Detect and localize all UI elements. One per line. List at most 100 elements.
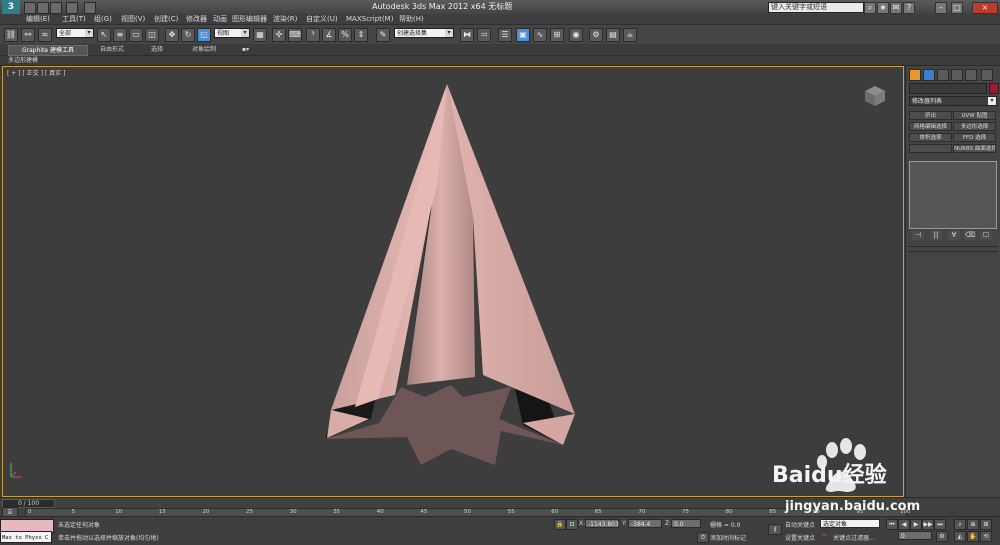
modifier-ffd-select-button[interactable]: FFD 选择	[953, 133, 996, 142]
autokey-button[interactable]: 自动关键点	[785, 520, 815, 529]
unlink-icon[interactable]: ⚯	[21, 28, 35, 42]
ribbon-options-icon[interactable]: ▪▾	[242, 44, 249, 55]
configure-sets-icon[interactable]: ☐	[980, 231, 992, 240]
modifier-vol-select-button[interactable]: 体积选择	[909, 133, 952, 142]
named-selection-select[interactable]: 创建选择集 ▾	[394, 28, 454, 38]
absolute-mode-icon[interactable]: ⊡	[566, 519, 578, 530]
ribbon-tab-object-paint[interactable]: 对象绘制	[192, 44, 216, 55]
ribbon-tab-freeform[interactable]: 自由形式	[100, 44, 124, 55]
undo-icon[interactable]	[66, 2, 78, 14]
select-link-icon[interactable]: ⛓	[4, 28, 18, 42]
spinner-snap-icon[interactable]: ⇕	[354, 28, 368, 42]
ribbon-subtitle[interactable]: 多边形建模	[8, 56, 38, 65]
ribbon-tab-graphite[interactable]: Graphite 建模工具	[8, 45, 88, 56]
rendered-frame-icon[interactable]: ▤	[606, 28, 620, 42]
help-icon[interactable]: ?	[903, 2, 915, 14]
time-tag-icon[interactable]: ⏱	[697, 532, 709, 543]
search-icon[interactable]: ⌕	[864, 2, 876, 14]
mirror-icon[interactable]: ⧓	[460, 28, 474, 42]
create-tab-icon[interactable]	[909, 69, 921, 81]
select-manipulate-icon[interactable]: ✣	[272, 28, 286, 42]
material-editor-icon[interactable]: ◉	[569, 28, 583, 42]
selection-filter-select[interactable]: 全部 ▾	[56, 28, 94, 38]
layer-manager-icon[interactable]: ☰	[498, 28, 512, 42]
window-crossing-icon[interactable]: ◫	[145, 28, 159, 42]
play-icon[interactable]: ▶	[910, 519, 922, 530]
save-file-icon[interactable]	[50, 2, 62, 14]
maxscript-input[interactable]: Max to Physx C	[0, 531, 52, 543]
modifier-list-select[interactable]: 修改器列表 ▾	[909, 96, 997, 106]
modifier-uvw-button[interactable]: UVW 贴图	[953, 111, 996, 120]
modifier-mesh-select-button[interactable]: 网格编辑选择	[909, 122, 952, 131]
motion-tab-icon[interactable]	[951, 69, 963, 81]
bind-space-warp-icon[interactable]: ≈	[38, 28, 52, 42]
viewport-label[interactable]: [ + ] [ 正交 ] [ 真实 ]	[7, 68, 65, 77]
y-coord-field[interactable]: -384.4	[628, 519, 662, 528]
remove-modifier-icon[interactable]: ⌫	[964, 231, 976, 240]
pivot-center-icon[interactable]: ▦	[253, 28, 267, 42]
menu-tools[interactable]: 工具(T)	[62, 14, 86, 24]
menu-animation[interactable]: 动画	[213, 14, 227, 24]
new-file-icon[interactable]	[24, 2, 36, 14]
modifier-stack[interactable]	[909, 161, 997, 229]
viewcube-icon[interactable]	[863, 84, 887, 108]
redo-icon[interactable]	[84, 2, 96, 14]
key-icon[interactable]: ⚷	[768, 524, 782, 535]
modifier-empty-button[interactable]	[909, 144, 952, 153]
go-to-start-icon[interactable]: ⏮	[886, 519, 898, 530]
go-to-end-icon[interactable]: ⏭	[934, 519, 946, 530]
menu-group[interactable]: 组(G)	[94, 14, 112, 24]
communication-icon[interactable]: ✉	[890, 2, 902, 14]
setkey-button[interactable]: 设置关键点	[785, 533, 815, 542]
modifier-nurbs-select-button[interactable]: NURBS 曲面选择	[953, 144, 996, 153]
show-end-result-icon[interactable]: ||	[930, 231, 942, 240]
open-file-icon[interactable]	[37, 2, 49, 14]
select-scale-icon[interactable]: ◱	[197, 28, 211, 42]
edit-named-selection-icon[interactable]: ✎	[376, 28, 390, 42]
time-config-icon[interactable]: ⚙	[936, 531, 948, 542]
hierarchy-tab-icon[interactable]	[937, 69, 949, 81]
menu-views[interactable]: 视图(V)	[121, 14, 145, 24]
menu-help[interactable]: 帮助(H)	[399, 14, 424, 24]
object-color-swatch[interactable]	[989, 83, 999, 94]
zoom-icon[interactable]: ⌕	[954, 519, 966, 530]
key-filters-button[interactable]: 关键点过滤器...	[833, 533, 875, 542]
render-production-icon[interactable]: ☕	[623, 28, 637, 42]
menu-edit[interactable]: 编辑(E)	[26, 14, 50, 24]
utilities-tab-icon[interactable]	[981, 69, 993, 81]
perspective-viewport[interactable]: [ + ] [ 正交 ] [ 真实 ]	[2, 66, 904, 497]
menu-maxscript[interactable]: MAXScript(M)	[346, 14, 393, 24]
selected-object-select[interactable]: 选定对象	[820, 519, 880, 528]
schematic-view-icon[interactable]: ⊞	[550, 28, 564, 42]
next-frame-icon[interactable]: ▶▶	[922, 519, 934, 530]
lock-selection-icon[interactable]: 🔒	[554, 519, 566, 530]
curve-editor-icon[interactable]: ∿	[533, 28, 547, 42]
angle-snap-icon[interactable]: ∡	[322, 28, 336, 42]
menu-create[interactable]: 创建(C)	[154, 14, 178, 24]
zoom-extents-icon[interactable]: ⊞	[980, 519, 992, 530]
select-by-name-icon[interactable]: ≡	[113, 28, 127, 42]
modifier-extrude-button[interactable]: 挤出	[909, 111, 952, 120]
percent-snap-icon[interactable]: %	[338, 28, 352, 42]
add-time-tag-button[interactable]: 添加时间标记	[710, 533, 746, 542]
x-coord-field[interactable]: -1143.803	[585, 519, 619, 528]
pan-icon[interactable]: ✋	[967, 531, 979, 542]
star-icon[interactable]: ★	[877, 2, 889, 14]
modifier-poly-select-button[interactable]: 多边形选择	[953, 122, 996, 131]
align-icon[interactable]: ⫤	[477, 28, 491, 42]
graphite-toggle-icon[interactable]: ▣	[516, 28, 530, 42]
render-setup-icon[interactable]: ⚙	[589, 28, 603, 42]
current-frame-field[interactable]: 0	[898, 531, 932, 540]
select-object-icon[interactable]: ↖	[97, 28, 111, 42]
app-logo-icon[interactable]: 3	[2, 0, 20, 14]
display-tab-icon[interactable]	[965, 69, 977, 81]
title-search-input[interactable]: 键入关键字或短语	[768, 2, 864, 13]
zoom-all-icon[interactable]: ⊕	[967, 519, 979, 530]
pin-stack-icon[interactable]: ⊣	[912, 231, 924, 240]
maximize-icon[interactable]: □	[951, 2, 963, 14]
make-unique-icon[interactable]: ∀	[948, 231, 960, 240]
z-coord-field[interactable]: 0.0	[671, 519, 701, 528]
object-name-field[interactable]	[909, 83, 987, 94]
close-icon[interactable]: ×	[972, 2, 998, 14]
previous-frame-icon[interactable]: ◀	[898, 519, 910, 530]
